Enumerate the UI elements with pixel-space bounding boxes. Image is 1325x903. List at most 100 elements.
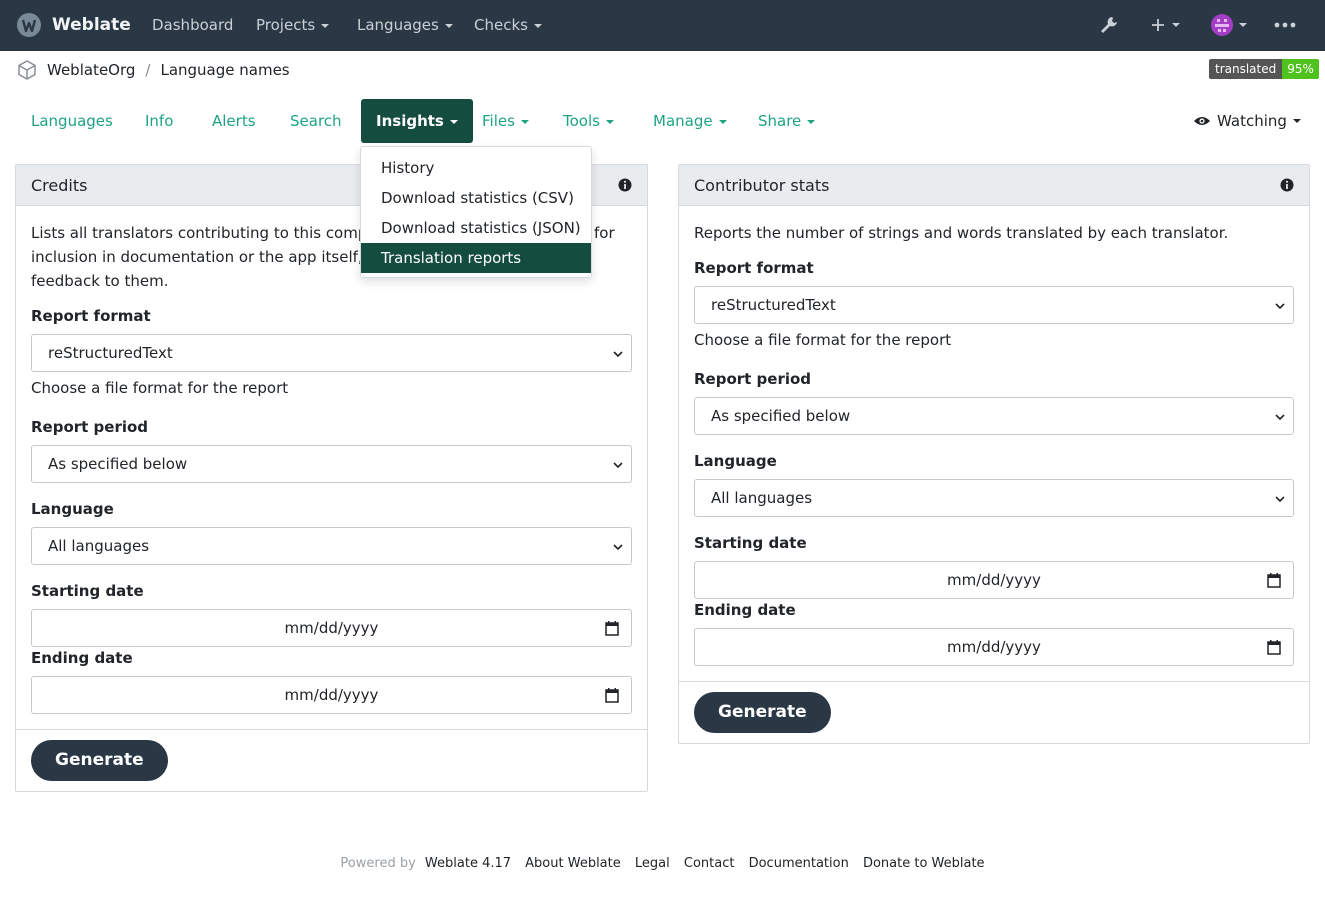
eye-icon [1194, 117, 1210, 125]
contributor-start-placeholder: mm/dd/yyyy [947, 571, 1041, 589]
plus-icon [1152, 19, 1164, 31]
tab-alerts[interactable]: Alerts [212, 99, 256, 143]
weblate-logo-icon [17, 13, 41, 37]
tab-insights-label: Insights [376, 112, 444, 130]
menu-item-download-json[interactable]: Download statistics (JSON) [361, 213, 591, 243]
translated-badge[interactable]: translated 95% [1209, 59, 1319, 79]
contributor-period-select[interactable]: As specified below [694, 397, 1294, 435]
watching-button[interactable]: Watching [1193, 99, 1301, 143]
footer-link-documentation[interactable]: Documentation [749, 856, 849, 871]
avatar [1211, 14, 1233, 36]
contributor-end-date[interactable]: mm/dd/yyyy [694, 628, 1294, 666]
contributor-end-placeholder: mm/dd/yyyy [947, 638, 1041, 656]
contributor-stats-panel: Contributor stats Reports the number of … [678, 164, 1310, 744]
contributor-panel-header: Contributor stats [679, 165, 1309, 206]
footer-link-weblate-version[interactable]: Weblate 4.17 [425, 856, 511, 871]
chevron-down-icon [613, 462, 623, 469]
nav-languages-label: Languages [357, 16, 439, 34]
credits-end-placeholder: mm/dd/yyyy [284, 686, 379, 704]
menu-item-history[interactable]: History [361, 153, 591, 183]
credits-desc-line-1-end: for [594, 224, 615, 242]
caret-down-icon [520, 119, 529, 124]
chevron-down-icon [1275, 414, 1285, 421]
footer-link-donate[interactable]: Donate to Weblate [863, 856, 985, 871]
badge-value: 95% [1282, 59, 1319, 79]
info-icon[interactable] [1280, 178, 1294, 192]
nav-dashboard[interactable]: Dashboard [152, 16, 233, 34]
nav-languages[interactable]: Languages [357, 16, 453, 34]
contributor-start-label: Starting date [694, 534, 807, 552]
top-navbar: Weblate Dashboard Projects Languages Che… [0, 0, 1325, 51]
credits-start-date[interactable]: mm/dd/yyyy [31, 609, 632, 647]
caret-down-icon [533, 23, 542, 28]
breadcrumb-project[interactable]: WeblateOrg [47, 61, 135, 79]
nav-dashboard-label: Dashboard [152, 16, 234, 34]
info-icon[interactable] [618, 178, 632, 192]
add-button[interactable] [1150, 13, 1180, 37]
contributor-language-label: Language [694, 452, 777, 470]
caret-down-icon [449, 119, 458, 124]
watching-label: Watching [1217, 112, 1287, 130]
footer-link-contact[interactable]: Contact [684, 856, 735, 871]
caret-down-icon [1172, 23, 1180, 27]
contributor-footer-divider [679, 681, 1309, 682]
brand[interactable]: Weblate [16, 12, 131, 38]
chevron-down-icon [1275, 496, 1285, 503]
contributor-generate-button[interactable]: Generate [694, 692, 831, 733]
credits-end-date[interactable]: mm/dd/yyyy [31, 676, 632, 714]
tab-insights[interactable]: Insights [361, 99, 473, 143]
menu-item-download-csv[interactable]: Download statistics (CSV) [361, 183, 591, 213]
more-button[interactable] [1274, 13, 1296, 37]
menu-item-translation-reports[interactable]: Translation reports [361, 243, 591, 273]
credits-format-select[interactable]: reStructuredText [31, 334, 632, 372]
tab-manage[interactable]: Manage [653, 99, 727, 143]
credits-generate-button[interactable]: Generate [31, 740, 168, 781]
site-footer: Powered by Weblate 4.17 About Weblate Le… [0, 856, 1325, 871]
nav-projects-label: Projects [256, 16, 316, 34]
chevron-down-icon [613, 351, 623, 358]
caret-down-icon [444, 23, 453, 28]
tab-search[interactable]: Search [290, 99, 342, 143]
calendar-icon[interactable] [605, 620, 619, 636]
user-menu[interactable] [1211, 13, 1247, 37]
tab-share-label: Share [758, 112, 802, 130]
tab-tools[interactable]: Tools [563, 99, 614, 143]
brand-name: Weblate [52, 15, 131, 35]
credits-start-label: Starting date [31, 582, 144, 600]
tab-files[interactable]: Files [482, 99, 529, 143]
credits-period-label: Report period [31, 418, 149, 436]
calendar-icon[interactable] [605, 687, 619, 703]
credits-language-value: All languages [48, 537, 150, 555]
contributor-format-label: Report format [694, 259, 814, 277]
wrench-icon [1101, 17, 1117, 33]
tab-share[interactable]: Share [758, 99, 816, 143]
tab-info[interactable]: Info [145, 99, 173, 143]
nav-checks-label: Checks [474, 16, 528, 34]
credits-period-select[interactable]: As specified below [31, 445, 632, 483]
footer-link-about[interactable]: About Weblate [525, 856, 621, 871]
tab-tools-label: Tools [563, 112, 600, 130]
nav-projects[interactable]: Projects [256, 16, 330, 34]
calendar-icon[interactable] [1267, 572, 1281, 588]
credits-format-value: reStructuredText [48, 344, 173, 362]
calendar-icon[interactable] [1267, 639, 1281, 655]
caret-down-icon [1292, 119, 1301, 123]
wrench-button[interactable] [1098, 13, 1120, 37]
caret-down-icon [1239, 23, 1247, 27]
credits-desc-line-1: Lists all translators contributing to th… [31, 224, 387, 242]
contributor-language-value: All languages [711, 489, 813, 507]
breadcrumb-component[interactable]: Language names [160, 61, 289, 79]
credits-format-label: Report format [31, 307, 151, 325]
footer-link-legal[interactable]: Legal [635, 856, 670, 871]
tab-languages[interactable]: Languages [31, 99, 113, 143]
footer-powered-by: Powered by [340, 856, 416, 871]
contributor-end-label: Ending date [694, 601, 796, 619]
contributor-start-date[interactable]: mm/dd/yyyy [694, 561, 1294, 599]
tab-files-label: Files [482, 112, 515, 130]
nav-checks[interactable]: Checks [474, 16, 542, 34]
caret-down-icon [718, 119, 727, 124]
project-icon [18, 60, 36, 80]
credits-language-select[interactable]: All languages [31, 527, 632, 565]
contributor-format-select[interactable]: reStructuredText [694, 286, 1294, 324]
contributor-language-select[interactable]: All languages [694, 479, 1294, 517]
